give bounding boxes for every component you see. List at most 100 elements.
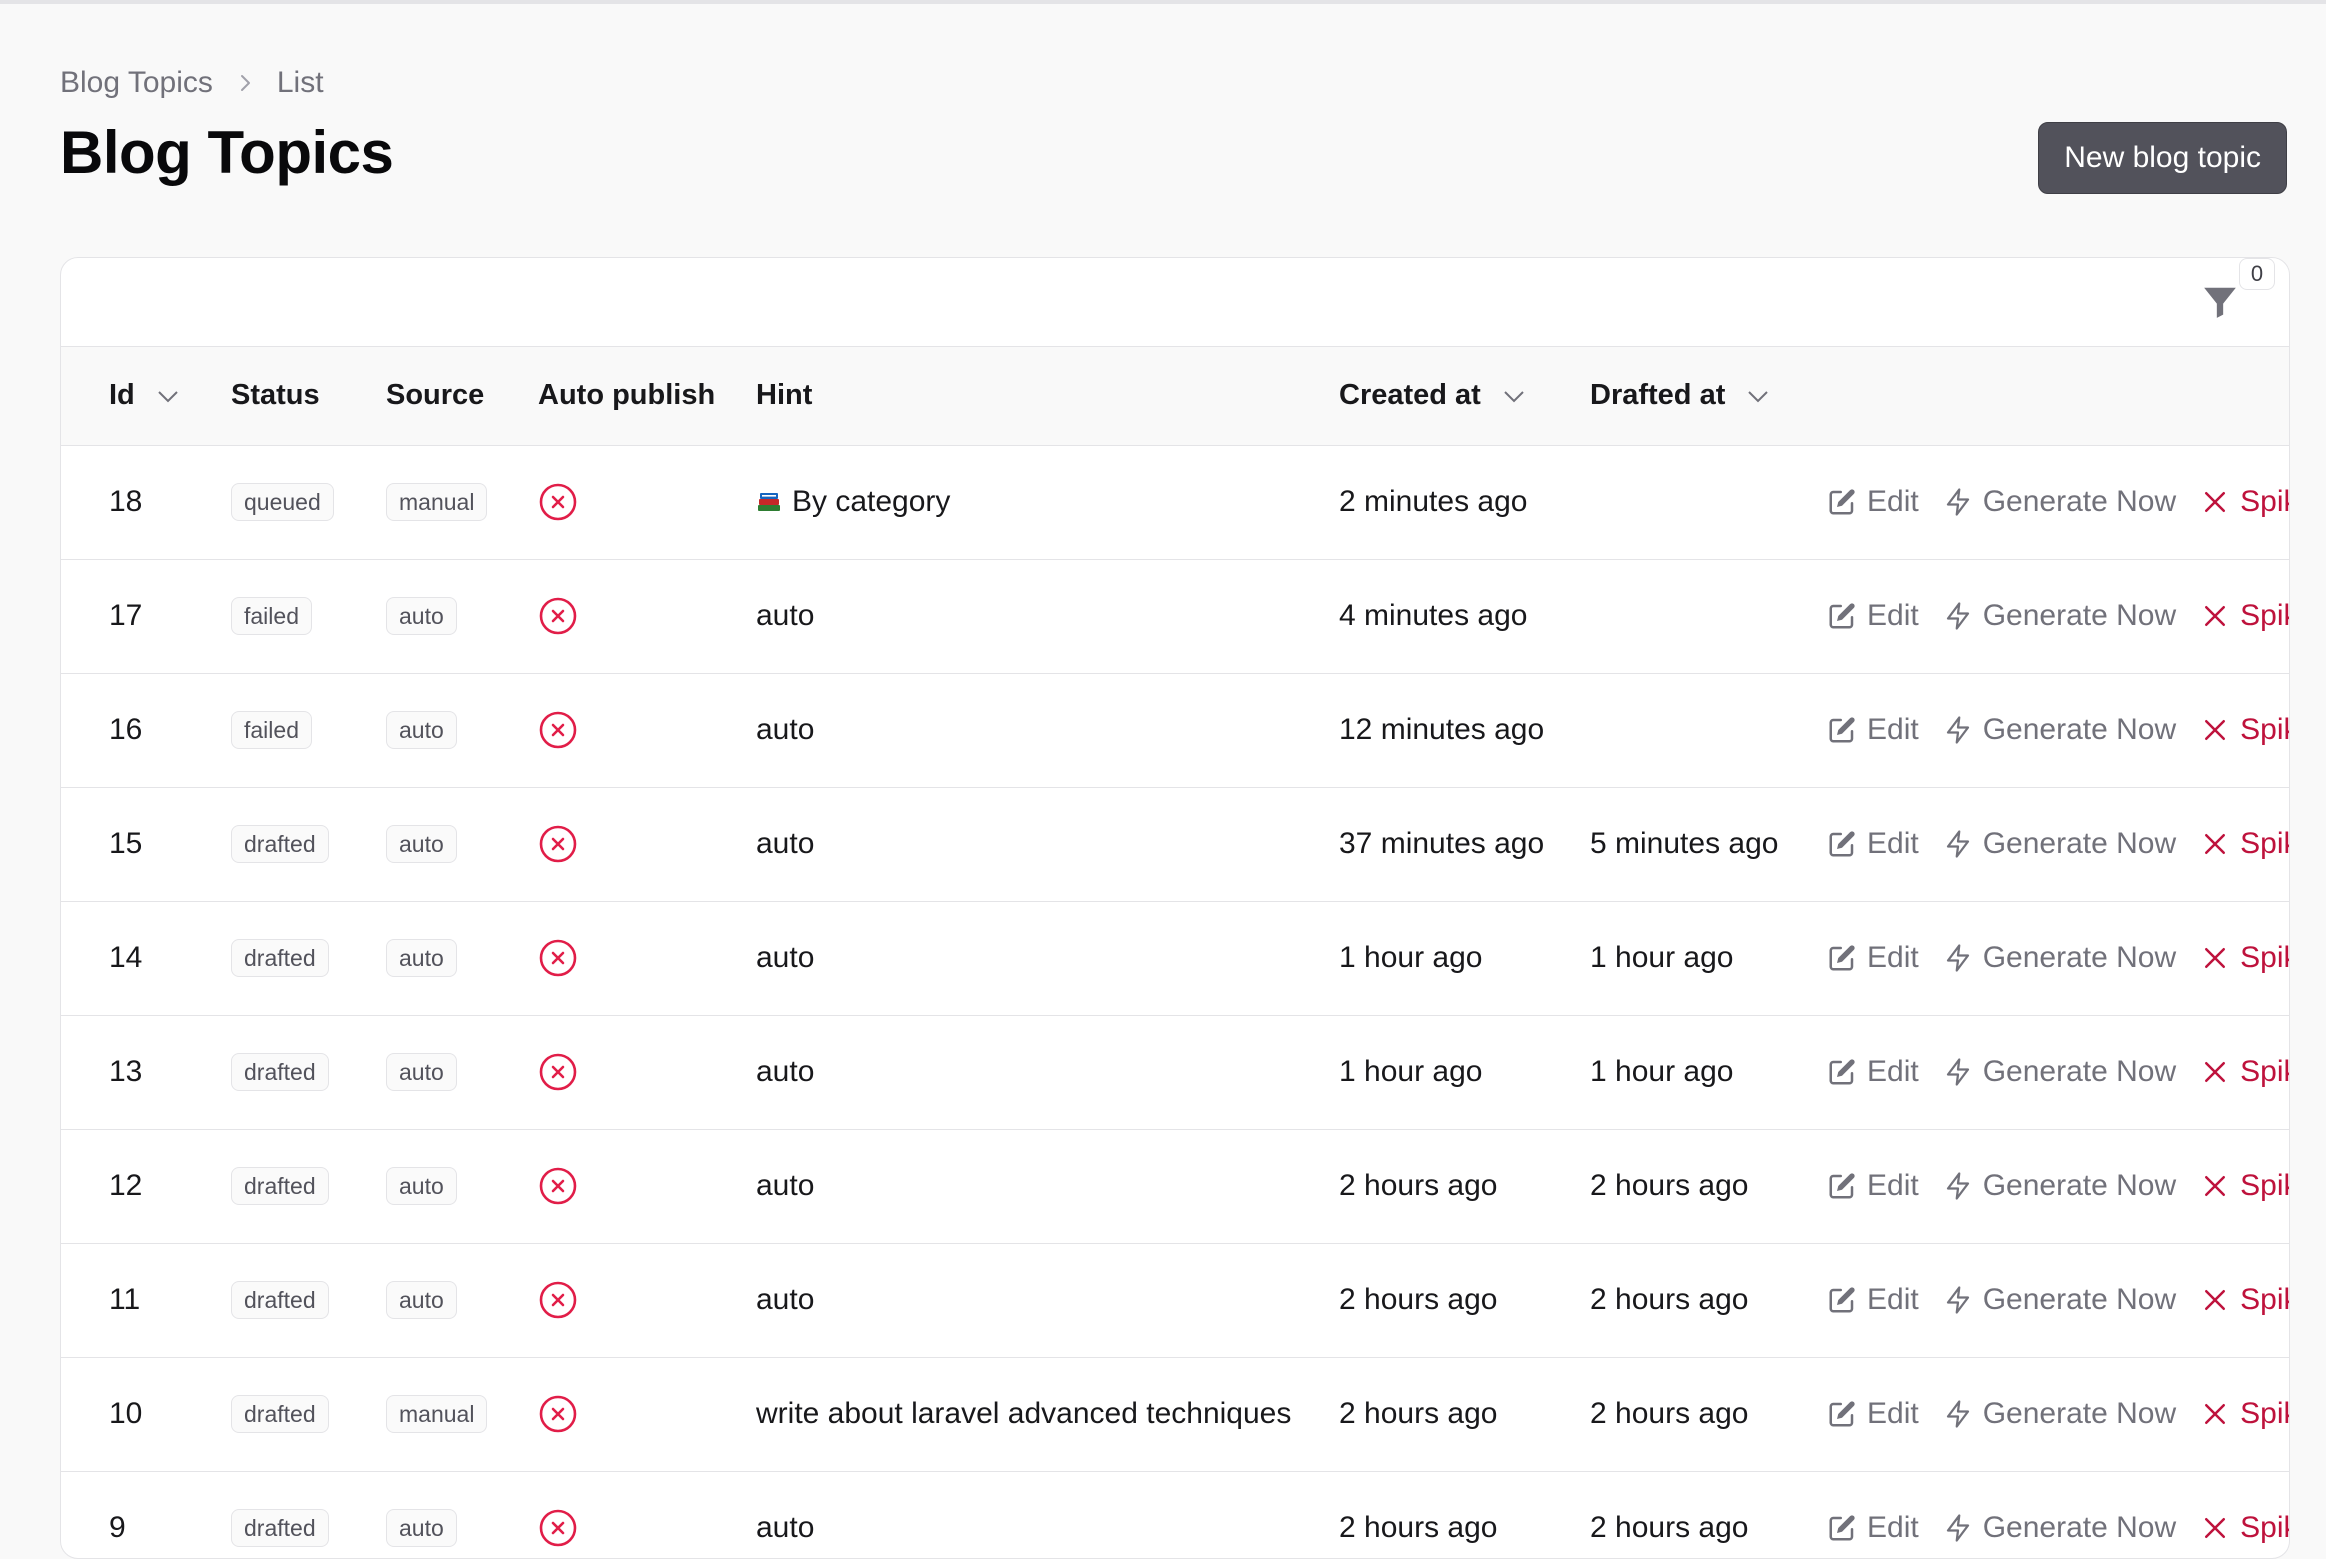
cell-status: drafted (231, 1129, 386, 1243)
table-row[interactable]: 9 drafted auto auto 2 hours ago 2 hours … (61, 1471, 2289, 1558)
generate-now-action[interactable]: Generate Now (1943, 1169, 2176, 1203)
edit-action[interactable]: Edit (1827, 827, 1919, 861)
table-row[interactable]: 14 drafted auto auto 1 hour ago 1 hour a… (61, 901, 2289, 1015)
edit-action[interactable]: Edit (1827, 1169, 1919, 1203)
cell-source: auto (386, 559, 538, 673)
generate-now-action[interactable]: Generate Now (1943, 599, 2176, 633)
table-row[interactable]: 13 drafted auto auto 1 hour ago 1 hour a… (61, 1015, 2289, 1129)
filter-button[interactable] (2201, 282, 2241, 326)
spike-label: Spike (2240, 599, 2289, 632)
cell-hint: auto (756, 1243, 1339, 1357)
x-circle-icon (539, 1281, 577, 1319)
cell-auto-publish (538, 1015, 756, 1129)
edit-action[interactable]: Edit (1827, 713, 1919, 747)
table-row[interactable]: 16 failed auto auto 12 minutes ago Edit (61, 673, 2289, 787)
spike-label: Spike (2240, 1055, 2289, 1088)
spike-action[interactable]: Spike (2200, 1169, 2289, 1203)
x-mark-icon (2205, 1518, 2226, 1538)
x-circle-icon (539, 1167, 577, 1205)
blog-topics-table: Id Status Source Auto publish Hint Creat… (61, 347, 2289, 1558)
pencil-square-icon (1829, 945, 1855, 971)
hint-text: write about laravel advanced techniques (756, 1397, 1292, 1430)
table-row[interactable]: 15 drafted auto auto 37 minutes ago 5 mi… (61, 787, 2289, 901)
cell-status: drafted (231, 1243, 386, 1357)
generate-now-action[interactable]: Generate Now (1943, 1283, 2176, 1317)
generate-now-action[interactable]: Generate Now (1943, 485, 2176, 519)
cell-id: 10 (109, 1397, 143, 1430)
edit-action[interactable]: Edit (1827, 1511, 1919, 1545)
x-circle-icon (539, 483, 577, 521)
spike-action[interactable]: Spike (2200, 485, 2289, 519)
spike-action[interactable]: Spike (2200, 1283, 2289, 1317)
cell-actions: Edit Generate Now Spike (1827, 559, 2289, 673)
spike-action[interactable]: Spike (2200, 713, 2289, 747)
breadcrumb-root-link[interactable]: Blog Topics (60, 66, 213, 100)
x-mark-icon (2205, 1404, 2226, 1424)
column-header-id[interactable]: Id (61, 347, 231, 446)
hint-text: auto (756, 599, 815, 632)
spike-label: Spike (2240, 1283, 2289, 1316)
generate-now-action[interactable]: Generate Now (1943, 713, 2176, 747)
edit-label: Edit (1867, 941, 1919, 974)
generate-now-action[interactable]: Generate Now (1943, 1397, 2176, 1431)
edit-action[interactable]: Edit (1827, 941, 1919, 975)
table-row[interactable]: 11 drafted auto auto 2 hours ago 2 hours… (61, 1243, 2289, 1357)
edit-action[interactable]: Edit (1827, 599, 1919, 633)
spike-action[interactable]: Spike (2200, 599, 2289, 633)
edit-action[interactable]: Edit (1827, 485, 1919, 519)
edit-action[interactable]: Edit (1827, 1397, 1919, 1431)
cell-drafted-at: 5 minutes ago (1590, 827, 1779, 860)
cell-source: auto (386, 673, 538, 787)
source-badge: auto (386, 825, 457, 863)
column-header-status: Status (231, 347, 386, 446)
cell-source: auto (386, 787, 538, 901)
pencil-square-icon (1829, 1059, 1855, 1085)
generate-now-action[interactable]: Generate Now (1943, 1511, 2176, 1545)
cell-created-at: 2 minutes ago (1339, 485, 1528, 518)
cell-created-at: 1 hour ago (1339, 941, 1483, 974)
spike-action[interactable]: Spike (2200, 827, 2289, 861)
spike-action[interactable]: Spike (2200, 1511, 2289, 1545)
column-header-auto-publish: Auto publish (538, 347, 756, 446)
spike-action[interactable]: Spike (2200, 1397, 2289, 1431)
status-badge: drafted (231, 1281, 329, 1319)
cell-created-at: 2 hours ago (1339, 1283, 1498, 1316)
table-row[interactable]: 10 drafted manual write about laravel ad… (61, 1357, 2289, 1471)
x-mark-icon (2205, 720, 2226, 740)
page-title: Blog Topics (60, 119, 394, 186)
spike-label: Spike (2240, 713, 2289, 746)
spike-action[interactable]: Spike (2200, 941, 2289, 975)
spike-label: Spike (2240, 827, 2289, 860)
generate-now-action[interactable]: Generate Now (1943, 827, 2176, 861)
edit-action[interactable]: Edit (1827, 1283, 1919, 1317)
generate-now-label: Generate Now (1982, 1169, 2177, 1202)
edit-label: Edit (1867, 1397, 1919, 1430)
table-row[interactable]: 18 queued manual By category 2 minutes a… (61, 445, 2289, 559)
table-row[interactable]: 12 drafted auto auto 2 hours ago 2 hours… (61, 1129, 2289, 1243)
generate-now-action[interactable]: Generate Now (1943, 1055, 2176, 1089)
status-badge: drafted (231, 1167, 329, 1205)
cell-created-at: 2 hours ago (1339, 1169, 1498, 1202)
cell-id: 9 (109, 1511, 126, 1544)
cell-source: auto (386, 1243, 538, 1357)
generate-now-action[interactable]: Generate Now (1943, 941, 2176, 975)
source-badge: manual (386, 483, 488, 521)
column-header-drafted-at[interactable]: Drafted at (1590, 347, 1827, 446)
x-mark-icon (2205, 1176, 2226, 1196)
column-header-created-at[interactable]: Created at (1339, 347, 1590, 446)
cell-drafted-at: 1 hour ago (1590, 1055, 1734, 1088)
cell-auto-publish (538, 901, 756, 1015)
status-badge: queued (231, 483, 334, 521)
x-mark-icon (2205, 1062, 2226, 1082)
edit-label: Edit (1867, 1511, 1919, 1544)
column-header-actions (1827, 347, 2289, 446)
x-circle-icon (539, 711, 577, 749)
cell-created-at: 2 hours ago (1339, 1511, 1498, 1544)
edit-action[interactable]: Edit (1827, 1055, 1919, 1089)
spike-action[interactable]: Spike (2200, 1055, 2289, 1089)
new-blog-topic-button[interactable]: New blog topic (2038, 122, 2287, 194)
chevron-down-icon (1504, 390, 1524, 403)
generate-now-label: Generate Now (1982, 713, 2177, 746)
cell-status: drafted (231, 901, 386, 1015)
table-row[interactable]: 17 failed auto auto 4 minutes ago Edit G… (61, 559, 2289, 673)
